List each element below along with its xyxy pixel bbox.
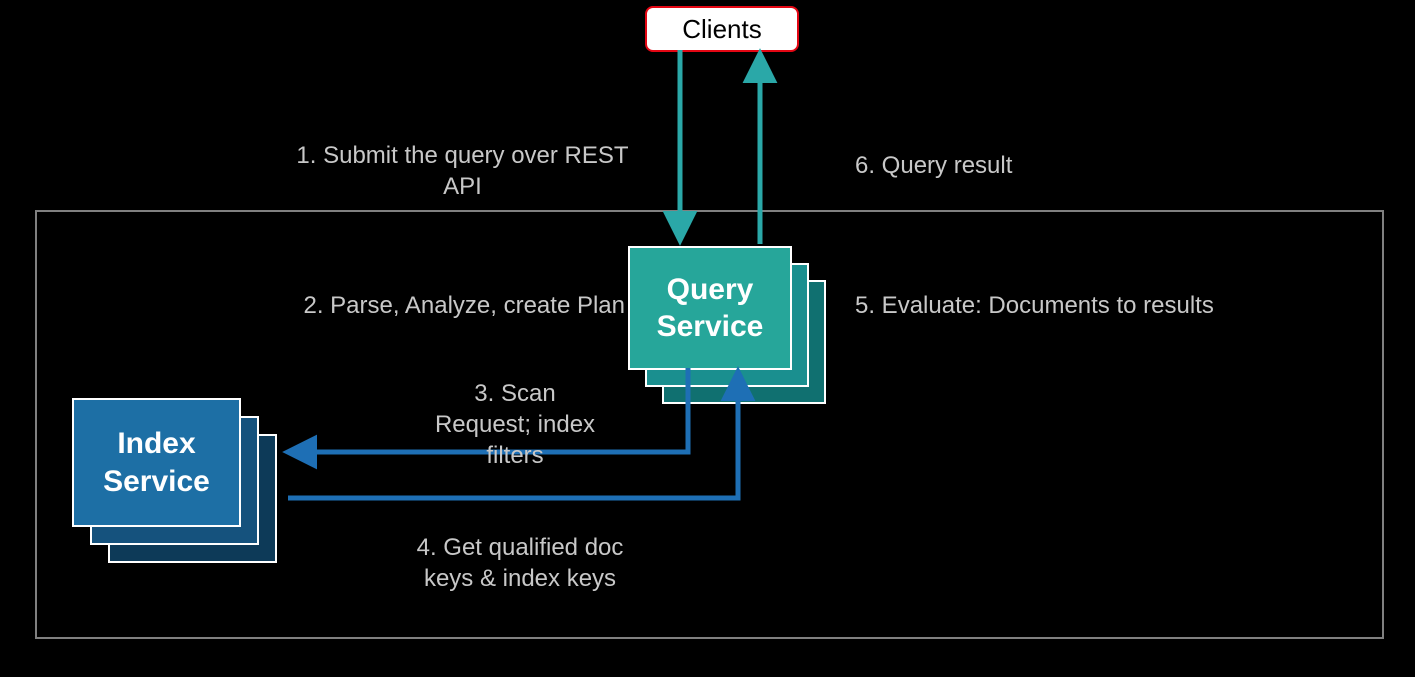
query-service-stack: Query Service [628,246,828,406]
clients-label: Clients [682,14,761,45]
index-service-label: Index Service [74,425,239,500]
step2-label: 2. Parse, Analyze, create Plan [255,290,625,321]
step4-label: 4. Get qualified doc keys & index keys [370,532,670,594]
step6-label: 6. Query result [855,150,1075,181]
step1-label: 1. Submit the query over REST API [270,140,655,202]
step3-label: 3. Scan Request; index filters [380,378,650,472]
diagram-canvas: Clients Query Service Index Service [0,0,1415,677]
step5-label: 5. Evaluate: Documents to results [855,290,1275,321]
clients-box: Clients [645,6,799,52]
query-service-label: Query Service [630,271,790,346]
index-service-stack: Index Service [72,398,287,568]
